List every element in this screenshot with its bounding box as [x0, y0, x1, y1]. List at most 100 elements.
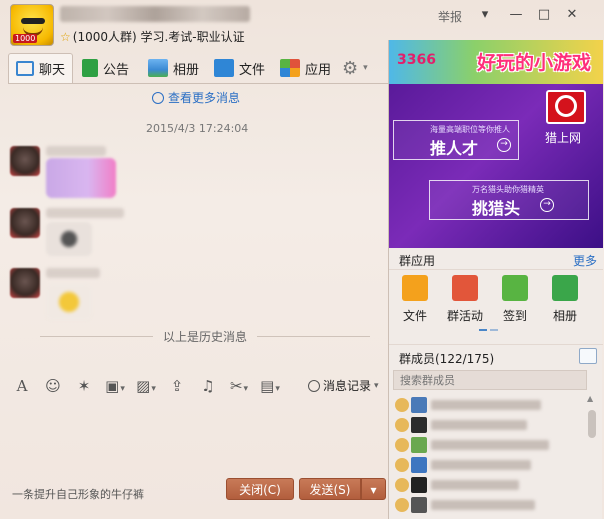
member-row[interactable] [395, 496, 575, 514]
app-checkin[interactable]: 签到 [493, 275, 537, 324]
sender-avatar[interactable] [10, 146, 40, 176]
photo-icon [552, 275, 578, 301]
separator-line [257, 336, 371, 337]
arrow-right-icon: → [497, 138, 511, 152]
member-avatar [411, 477, 427, 493]
member-row[interactable] [395, 436, 575, 454]
member-avatar [411, 397, 427, 413]
member-search-input[interactable] [393, 370, 587, 390]
member-level-icon [395, 458, 409, 472]
emoji-message-redacted [46, 284, 92, 320]
sender-name-redacted [46, 268, 100, 278]
chevron-down-icon: ▾ [363, 63, 368, 73]
settings-menu[interactable]: ⚙ ▾ [342, 53, 368, 83]
tab-apps[interactable]: 应用 [280, 53, 331, 83]
emoji-message-redacted [46, 222, 92, 256]
recruiting-ad[interactable]: 猎上网 海量高端职位等你推人 推人才 → 万名猎头助你猎精英 挑猎头 → [389, 84, 603, 248]
group-avatar[interactable]: 1000 [10, 4, 54, 46]
message-input[interactable] [8, 400, 386, 476]
chevron-down-icon: ▾ [374, 380, 379, 391]
member-level-icon [395, 438, 409, 452]
close-button[interactable]: 关闭(C) [226, 478, 294, 500]
member-row[interactable] [395, 476, 575, 494]
minimize-button[interactable]: — [505, 6, 527, 24]
app-album[interactable]: 相册 [543, 275, 587, 324]
member-name-redacted [431, 420, 527, 430]
member-name-redacted [431, 440, 549, 450]
close-window-button[interactable]: ✕ [561, 6, 583, 24]
tab-album[interactable]: 相册 [148, 53, 199, 83]
history-clock-icon [308, 379, 320, 392]
card1-big-text: 推人才 [430, 139, 479, 158]
group-size-badge: 1000 [13, 34, 38, 43]
event-icon [452, 275, 478, 301]
sender-avatar[interactable] [10, 208, 40, 238]
game-ad-banner[interactable]: 3366 好玩的小游戏 [389, 40, 603, 84]
send-options-dropdown[interactable]: ▾ [361, 478, 386, 500]
apps-pager[interactable] [479, 329, 498, 331]
report-link[interactable]: 举报 [438, 8, 462, 25]
music-icon[interactable]: ♫ [198, 377, 218, 395]
member-level-icon [395, 478, 409, 492]
scissors-icon[interactable]: ✂ [229, 377, 249, 395]
tab-files[interactable]: 文件 [214, 53, 265, 83]
app-files-label: 文件 [402, 309, 427, 323]
send-button[interactable]: 发送(S) [299, 478, 361, 500]
maximize-button[interactable]: □ [533, 6, 555, 24]
history-separator: 以上是历史消息 [40, 328, 371, 345]
emoji-icon[interactable]: ☺ [43, 377, 63, 395]
checkin-icon [502, 275, 528, 301]
folder-icon [214, 59, 234, 77]
member-name-redacted [431, 400, 541, 410]
upload-icon[interactable]: ⇪ [167, 377, 187, 395]
search-icon[interactable] [579, 348, 597, 364]
font-icon[interactable]: A [12, 377, 32, 395]
recommend-talent-card[interactable]: 海量高端职位等你推人 推人才 → [393, 120, 519, 160]
star-icon: ☆ [60, 30, 71, 44]
app-checkin-label: 签到 [502, 309, 527, 323]
member-avatar [411, 417, 427, 433]
tab-chat[interactable]: 聊天 [8, 53, 74, 83]
member-level-icon [395, 398, 409, 412]
pager-dot[interactable] [479, 329, 487, 331]
app-files[interactable]: 文件 [393, 275, 437, 324]
tab-announcement[interactable]: 公告 [82, 53, 129, 83]
member-avatar [411, 497, 427, 513]
message-timestamp: 2015/4/3 17:24:04 [146, 122, 249, 135]
announcement-icon [82, 59, 98, 77]
member-row[interactable] [395, 396, 575, 414]
dropdown-button[interactable]: ▾ [474, 6, 496, 24]
app-group-event[interactable]: 群活动 [443, 275, 487, 324]
pager-dot[interactable] [490, 329, 498, 331]
member-avatar [411, 437, 427, 453]
magic-icon[interactable]: ✶ [74, 377, 94, 395]
member-row[interactable] [395, 416, 575, 434]
screen-icon[interactable]: ▤ [260, 377, 280, 395]
group-subtitle-text: (1000人群) 学习.考试-职业认证 [72, 30, 245, 44]
message-bubble-redacted [46, 158, 116, 198]
group-name-redacted [60, 6, 250, 22]
history-separator-label: 以上是历史消息 [163, 330, 248, 344]
scrollbar-thumb[interactable] [588, 410, 596, 438]
card1-small-text: 海量高端职位等你推人 [430, 125, 510, 134]
pick-headhunter-card[interactable]: 万名猎头助你猎精英 挑猎头 → [429, 180, 589, 220]
member-row[interactable] [395, 456, 575, 474]
view-more-messages-link[interactable]: 查看更多消息 [152, 89, 240, 106]
app-album-label: 相册 [552, 309, 577, 323]
ad-brand: 猎上网 [545, 131, 582, 145]
target-logo-icon [546, 90, 586, 124]
scroll-up-icon[interactable]: ▲ [587, 394, 593, 403]
signature-ad-text[interactable]: 一条提升自己形象的牛仔裤 [12, 486, 144, 502]
folder-icon [402, 275, 428, 301]
group-apps-more-link[interactable]: 更多 [573, 252, 597, 269]
image-icon[interactable]: ▨ [136, 377, 156, 395]
member-avatar [411, 457, 427, 473]
member-level-icon [395, 418, 409, 432]
members-header: 群成员(122/175) [389, 344, 603, 368]
sender-avatar[interactable] [10, 268, 40, 298]
message-record-button[interactable]: 消息记录 ▾ [308, 377, 379, 394]
gift-icon[interactable]: ▣ [105, 377, 125, 395]
clock-icon [152, 91, 164, 104]
members-scrollbar[interactable]: ▲ [585, 392, 599, 518]
card2-big-text: 挑猎头 [472, 199, 521, 218]
